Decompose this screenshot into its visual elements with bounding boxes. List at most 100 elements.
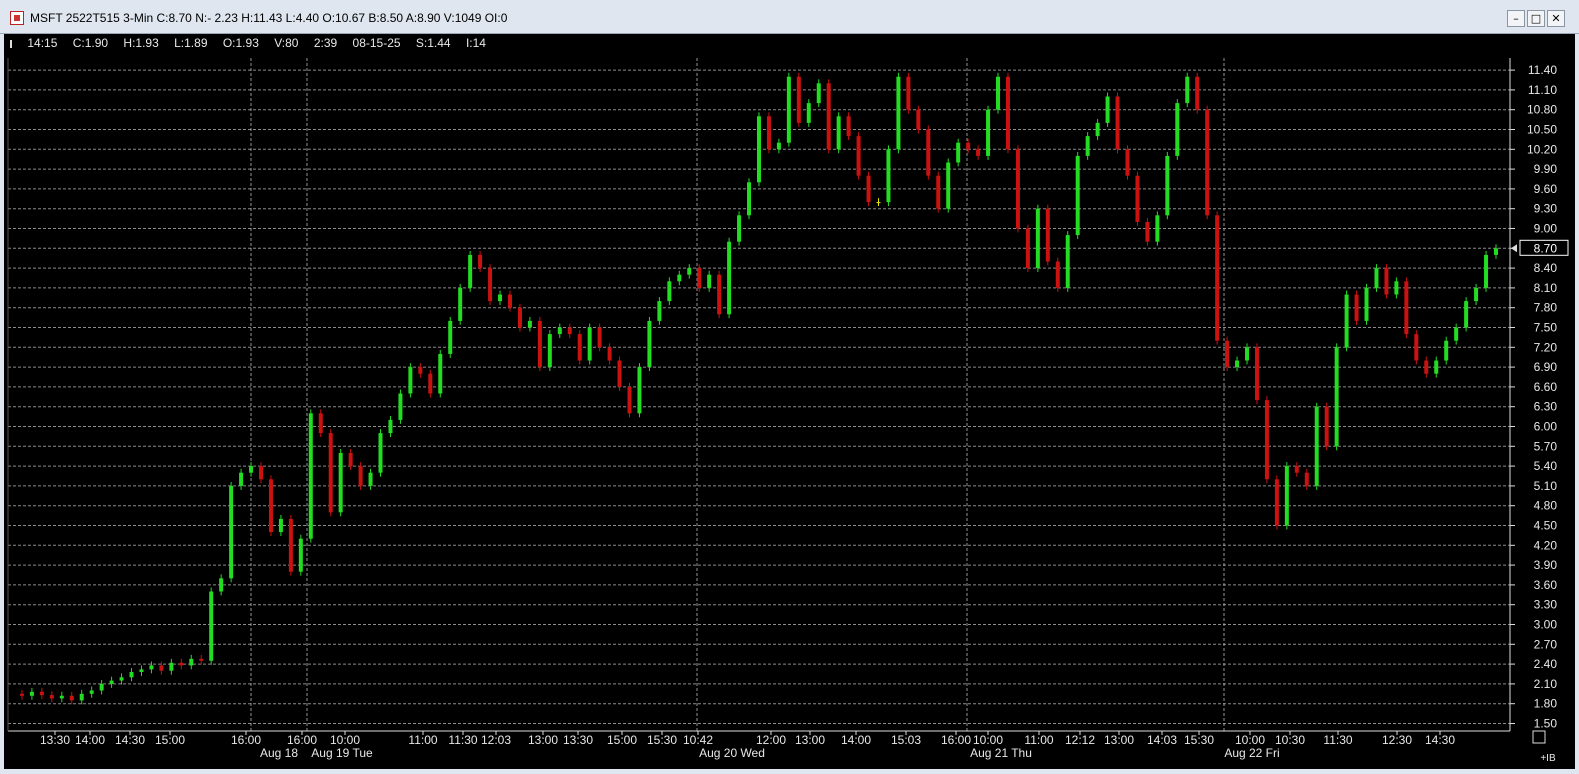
- candle-body: [1274, 479, 1279, 526]
- candle-body: [816, 83, 821, 104]
- candle-body: [258, 466, 263, 480]
- candle-body: [1294, 466, 1299, 473]
- candle-body: [1424, 360, 1429, 374]
- candle-body: [488, 268, 493, 302]
- candle-body: [418, 367, 423, 374]
- day-label: Aug 22 Fri: [1224, 746, 1279, 760]
- cursor-marker-icon: [10, 39, 12, 48]
- candle-body: [1284, 466, 1289, 526]
- candle-body: [1494, 248, 1498, 255]
- candle-body: [1025, 228, 1030, 269]
- corner-toggle-icon: [1532, 730, 1546, 744]
- candle-body: [79, 693, 84, 701]
- candle-body: [826, 83, 831, 150]
- candle-body: [756, 116, 761, 183]
- candle-body: [846, 116, 851, 137]
- candle-body: [707, 274, 712, 288]
- candle-body: [1344, 294, 1349, 348]
- candle-body: [1304, 472, 1309, 486]
- y-tick-label: 4.50: [1534, 519, 1558, 533]
- day-label: Aug 18: [260, 746, 298, 760]
- candle-body: [966, 142, 971, 150]
- candle-body: [438, 353, 443, 394]
- day-label: Aug 20 Wed: [699, 746, 765, 760]
- candle-body: [1225, 340, 1230, 368]
- candle-body: [996, 76, 1001, 110]
- candle-body: [697, 268, 702, 288]
- y-tick-label: 3.60: [1534, 578, 1558, 592]
- y-tick-label: 7.20: [1534, 340, 1558, 354]
- candle-body: [99, 683, 104, 691]
- candle-body: [1015, 149, 1020, 229]
- y-tick-label: 9.60: [1534, 182, 1558, 196]
- y-tick-label: 11.10: [1528, 83, 1557, 97]
- y-tick-label: 6.00: [1534, 420, 1558, 434]
- candle-body: [428, 373, 433, 394]
- y-tick-label: 2.10: [1534, 677, 1558, 691]
- x-tick-label: 12:00: [756, 733, 786, 747]
- y-tick-label: 11.40: [1528, 63, 1557, 77]
- info-open: O:1.93: [222, 36, 259, 50]
- candle-body: [1464, 301, 1469, 328]
- candle-body: [946, 162, 951, 209]
- info-low: L:1.89: [174, 36, 208, 50]
- candle-body: [1125, 149, 1130, 176]
- candle-body: [1364, 287, 1369, 321]
- y-tick-label: 4.20: [1534, 538, 1558, 552]
- candle-body: [199, 658, 204, 661]
- info-volume: V:80: [274, 36, 299, 50]
- x-tick-label: 12:30: [1382, 733, 1412, 747]
- candle-body: [1434, 360, 1439, 374]
- candle-body: [677, 274, 682, 282]
- candle-body: [1055, 261, 1060, 288]
- candle-body: [1394, 281, 1399, 295]
- candle-body: [906, 76, 911, 110]
- candle-body: [727, 241, 732, 315]
- candle-body: [1444, 340, 1449, 361]
- candle-body: [766, 116, 771, 150]
- candle-body: [358, 466, 363, 486]
- x-tick-label: 15:00: [155, 733, 185, 747]
- candle-body: [1075, 155, 1080, 236]
- candle-body: [1205, 109, 1210, 216]
- y-tick-label: 10.20: [1527, 142, 1557, 156]
- x-tick-label: 12:03: [481, 733, 511, 747]
- candle-body: [1035, 208, 1040, 269]
- candle-body: [717, 274, 722, 315]
- candle-body: [637, 367, 642, 414]
- candle-body: [617, 360, 622, 387]
- candle-body: [69, 695, 74, 701]
- y-tick-label: 7.80: [1534, 301, 1558, 315]
- candle-body: [408, 367, 413, 394]
- candle-body: [298, 538, 303, 572]
- y-tick-label: 10.80: [1527, 103, 1557, 117]
- candle-body: [468, 254, 473, 288]
- candle-body: [209, 591, 214, 661]
- candle-body: [986, 109, 991, 156]
- candle-body: [1085, 136, 1090, 156]
- price-chart[interactable]: 1.50 1.80 2.10 2.40 2.70 3.00 3.30 3.60 3.90 4.20…: [0, 0, 1579, 774]
- y-tick-label: 3.00: [1534, 618, 1558, 632]
- x-tick-label: 14:30: [115, 733, 145, 747]
- candle-body: [1195, 76, 1200, 110]
- x-tick-label: 13:00: [528, 733, 558, 747]
- candle-body: [737, 215, 742, 242]
- y-tick-label: 3.90: [1534, 558, 1558, 572]
- info-high: H:1.93: [123, 36, 159, 50]
- candle-body: [1384, 268, 1389, 295]
- candle-body: [219, 578, 224, 592]
- x-tick-label: 15:03: [891, 733, 921, 747]
- candle-body: [866, 175, 871, 203]
- candle-body: [169, 662, 174, 671]
- candle-body: [607, 347, 612, 361]
- candle-body: [268, 479, 273, 533]
- candle-body: [388, 419, 393, 434]
- candle-body: [627, 386, 632, 414]
- candle-body: [458, 287, 463, 321]
- candle-body: [587, 327, 592, 361]
- candle-body: [916, 109, 921, 130]
- candle-body: [1414, 334, 1419, 361]
- candle-body: [537, 320, 542, 368]
- candle-body: [478, 254, 483, 269]
- candle-body: [876, 202, 881, 204]
